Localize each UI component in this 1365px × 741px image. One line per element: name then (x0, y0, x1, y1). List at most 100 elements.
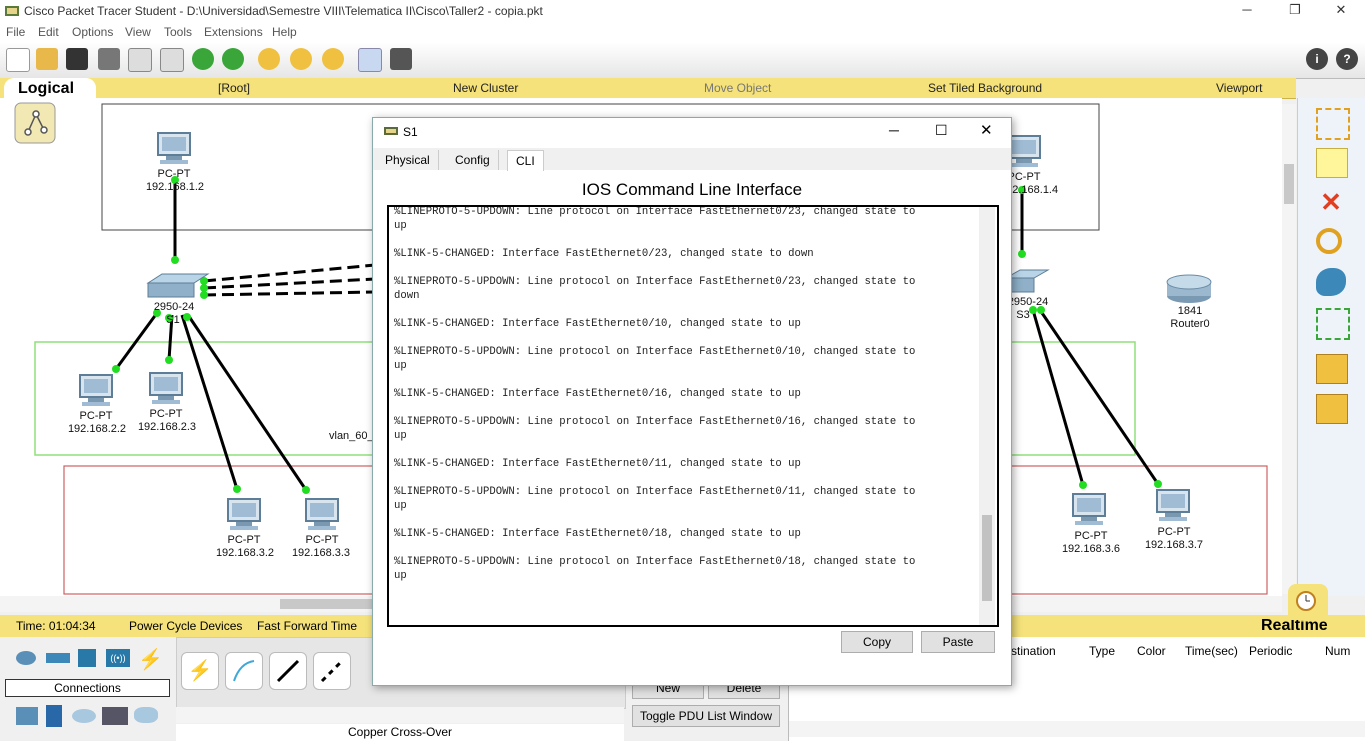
maximize-button[interactable]: ❐ (1280, 2, 1310, 20)
hubs-category-icon[interactable] (78, 649, 96, 667)
pc-icon[interactable] (1069, 492, 1109, 528)
activity-wizard-icon[interactable] (128, 48, 152, 72)
new-file-icon[interactable] (6, 48, 30, 72)
menu-edit[interactable]: Edit (38, 25, 59, 39)
redo-icon[interactable] (222, 48, 244, 70)
routers-category-icon[interactable] (16, 651, 36, 665)
viewport-button[interactable]: Viewport (1216, 81, 1262, 95)
menu-options[interactable]: Options (72, 25, 113, 39)
zoom-in-icon[interactable] (258, 48, 280, 70)
console-cable-icon[interactable] (225, 652, 263, 690)
pc-ip: 192.168.1.2 (145, 181, 205, 193)
menu-help[interactable]: Help (272, 25, 297, 39)
copper-straight-icon[interactable] (269, 652, 307, 690)
auto-connection-icon[interactable]: ⚡ (181, 652, 219, 690)
pc-ip: 192.168.2.3 (137, 421, 197, 433)
window-titlebar: Cisco Packet Tracer Student - D:\Univers… (0, 0, 1365, 22)
security-category-icon[interactable] (46, 705, 62, 727)
print-icon[interactable] (98, 48, 120, 70)
end-devices-category-icon[interactable] (16, 707, 38, 725)
pdu-col-time: Time(sec) (1185, 644, 1238, 658)
move-object-button[interactable]: Move Object (704, 81, 771, 95)
wireless-category-icon[interactable]: ((•)) (106, 649, 130, 667)
vlan-label: vlan_60_ (329, 430, 374, 442)
router-icon (1166, 274, 1212, 303)
menu-view[interactable]: View (125, 25, 151, 39)
pdu-col-type: Type (1089, 644, 1116, 658)
save-icon[interactable] (66, 48, 88, 70)
pc-icon[interactable] (154, 131, 194, 167)
pc-label: PC-PT (227, 534, 261, 546)
pc-ip: 192.168.3.2 (215, 547, 275, 559)
dialog-close-button[interactable]: ✕ (980, 121, 993, 139)
resize-shape-icon[interactable] (1316, 308, 1350, 340)
tab-cli[interactable]: CLI (507, 150, 544, 171)
router-name: Router0 (1170, 318, 1210, 330)
pc-ip: 192.168.3.6 (1061, 543, 1121, 555)
toggle-pdu-list-button[interactable]: Toggle PDU List Window (632, 705, 780, 727)
pc-ip: 192.168.2.2 (67, 423, 127, 435)
info-icon[interactable]: i (1306, 48, 1328, 70)
inspect-icon[interactable] (1316, 228, 1342, 254)
custom-devices-category-icon[interactable] (102, 707, 128, 725)
tab-config[interactable]: Config (447, 150, 499, 170)
palette-icon[interactable] (358, 48, 382, 72)
select-icon[interactable] (1316, 108, 1350, 140)
pc-label: PC-PT (305, 534, 339, 546)
zoom-out-icon[interactable] (322, 48, 344, 70)
undo-icon[interactable] (192, 48, 214, 70)
realtime-tab[interactable] (1288, 584, 1328, 620)
pdu-col-destination: stination (1011, 644, 1056, 658)
delete-icon[interactable]: ✕ (1316, 188, 1346, 216)
pc-icon[interactable] (1153, 488, 1193, 524)
copper-crossover-icon[interactable] (313, 652, 351, 690)
window-title: Cisco Packet Tracer Student - D:\Univers… (24, 4, 543, 18)
help-icon[interactable]: ? (1336, 48, 1358, 70)
close-button[interactable]: ✕ (1326, 2, 1356, 20)
custom-device-icon[interactable] (390, 48, 412, 70)
pdu-table-scrollbar[interactable] (789, 721, 1365, 737)
open-folder-icon[interactable] (36, 48, 58, 70)
cli-heading: IOS Command Line Interface (581, 180, 803, 199)
copy-icon[interactable] (160, 48, 184, 72)
add-complex-pdu-icon[interactable] (1316, 394, 1348, 424)
copy-button[interactable]: Copy (841, 631, 913, 653)
switch-s3-icon (1004, 269, 1050, 293)
paste-button[interactable]: Paste (921, 631, 995, 653)
draw-shape-icon[interactable] (1316, 268, 1346, 296)
add-simple-pdu-icon[interactable] (1316, 354, 1348, 384)
new-cluster-button[interactable]: New Cluster (453, 81, 518, 95)
note-icon[interactable] (1316, 148, 1348, 178)
cli-scroll-thumb[interactable] (982, 515, 992, 601)
set-tiled-background-button[interactable]: Set Tiled Background (928, 81, 1042, 95)
dialog-minimize-button[interactable]: ─ (889, 122, 899, 138)
minimize-button[interactable]: ─ (1232, 2, 1262, 20)
pc-icon[interactable] (146, 371, 186, 407)
dialog-maximize-button[interactable]: ☐ (935, 122, 948, 139)
cluster-navigation-icon[interactable] (14, 102, 56, 144)
pc-icon[interactable] (76, 373, 116, 409)
menu-file[interactable]: File (6, 25, 25, 39)
pc-label: PC-PT (1074, 530, 1108, 542)
fast-forward-button[interactable]: Fast Forward Time (257, 619, 357, 633)
connections-category-icon[interactable]: ⚡ (138, 647, 163, 672)
root-label[interactable]: [Root] (218, 81, 250, 95)
multiuser-category-icon[interactable] (134, 707, 158, 723)
cli-terminal[interactable]: %LINEPROTO-5-UPDOWN: Line protocol on In… (387, 205, 999, 627)
tab-physical[interactable]: Physical (377, 150, 439, 170)
switch-s3-name: S3 (1016, 309, 1030, 321)
pc-icon[interactable] (224, 497, 264, 533)
zoom-reset-icon[interactable] (290, 48, 312, 70)
workspace-vertical-scrollbar[interactable] (1282, 104, 1296, 594)
menu-extensions[interactable]: Extensions (204, 25, 263, 39)
switches-category-icon[interactable] (46, 653, 70, 663)
cli-scrollbar[interactable] (979, 207, 995, 625)
selected-cable-label: Copper Cross-Over (176, 724, 624, 741)
wan-emulation-category-icon[interactable] (72, 709, 96, 723)
pc-icon[interactable] (302, 497, 342, 533)
cli-output[interactable]: %LINEPROTO-5-UPDOWN: Line protocol on In… (394, 207, 974, 625)
power-cycle-button[interactable]: Power Cycle Devices (129, 619, 242, 633)
menu-tools[interactable]: Tools (164, 25, 192, 39)
cable-panel-scrollbar[interactable] (176, 707, 624, 723)
device-dialog-s1: S1 ─ ☐ ✕ Physical Config CLI IOS Command… (372, 117, 1012, 686)
